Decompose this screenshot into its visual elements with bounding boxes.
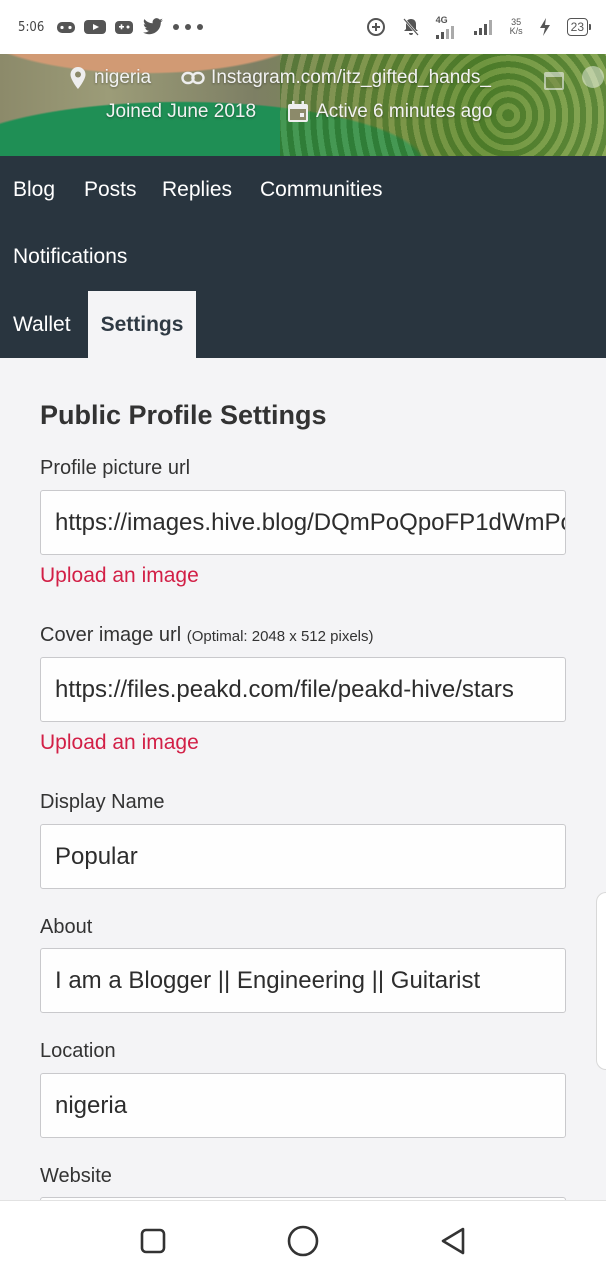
profile-cover: nigeria Instagram.com/itz_gifted_hands_ … <box>0 54 606 156</box>
cover-meta-row-1: nigeria Instagram.com/itz_gifted_hands_ <box>0 66 606 90</box>
youtube-icon <box>84 19 107 35</box>
tab-notifications[interactable]: Notifications <box>0 223 140 290</box>
recent-apps-button[interactable] <box>133 1221 173 1261</box>
circle-icon <box>287 1225 319 1256</box>
cover-active: Active 6 minutes ago <box>286 100 492 124</box>
display-name-input[interactable]: Popular <box>40 824 566 889</box>
gamepad-icon <box>56 19 76 35</box>
page-title: Public Profile Settings <box>40 400 327 430</box>
location-input[interactable]: nigeria <box>40 1073 566 1138</box>
tab-replies[interactable]: Replies <box>149 156 245 223</box>
tab-communities[interactable]: Communities <box>247 156 396 223</box>
side-drawer-handle[interactable] <box>596 892 606 1070</box>
controller-icon <box>114 19 134 35</box>
upload-cover-image-link[interactable]: Upload an image <box>40 731 199 755</box>
twitter-icon <box>142 18 164 36</box>
tab-settings[interactable]: Settings <box>88 291 196 358</box>
back-button[interactable] <box>433 1221 473 1261</box>
tab-wallet[interactable]: Wallet <box>0 291 84 358</box>
link-icon <box>181 70 205 86</box>
charging-icon <box>539 18 551 36</box>
square-icon <box>140 1228 166 1253</box>
tab-posts[interactable]: Posts <box>71 156 150 223</box>
cover-meta-row-2: Joined June 2018 Active 6 minutes ago <box>0 100 606 124</box>
cover-location: nigeria <box>68 66 151 90</box>
cover-joined: Joined June 2018 <box>106 101 257 122</box>
calendar-icon <box>542 68 566 97</box>
upload-profile-image-link[interactable]: Upload an image <box>40 564 199 588</box>
cover-image-label: Cover image url (Optimal: 2048 x 512 pix… <box>40 624 374 646</box>
about-label: About <box>40 916 93 938</box>
location-label: Location <box>40 1040 116 1062</box>
signal-icon <box>473 19 494 35</box>
network-speed: 35 K/s <box>509 17 523 36</box>
status-time: 5:06 <box>18 19 45 35</box>
profile-picture-label: Profile picture url <box>40 457 191 479</box>
avatar <box>582 66 604 88</box>
signal-4g-icon: 4G <box>435 15 458 39</box>
more-icon <box>172 23 204 31</box>
cover-image-input[interactable]: https://files.peakd.com/file/peakd-hive/… <box>40 657 566 722</box>
triangle-back-icon <box>441 1227 465 1254</box>
profile-picture-input[interactable]: https://images.hive.blog/DQmPoQpoFP1dWmP… <box>40 490 566 555</box>
cover-link[interactable]: Instagram.com/itz_gifted_hands_ <box>181 67 491 89</box>
calendar-icon <box>286 100 310 124</box>
battery-indicator: 23 <box>566 18 592 36</box>
system-navigation-bar <box>0 1200 606 1280</box>
about-input[interactable]: I am a Blogger || Engineering || Guitari… <box>40 948 566 1013</box>
status-bar: 5:06 4G 35 K/s 23 <box>0 0 606 54</box>
tab-blog[interactable]: Blog <box>0 156 68 223</box>
display-name-label: Display Name <box>40 791 165 813</box>
location-pin-icon <box>68 66 88 90</box>
website-label: Website <box>40 1165 112 1187</box>
mute-icon <box>402 17 420 37</box>
cover-image-hint: (Optimal: 2048 x 512 pixels) <box>186 628 374 645</box>
add-circle-icon <box>366 17 386 37</box>
home-button[interactable] <box>283 1221 323 1261</box>
profile-nav: Blog Posts Replies Communities Notificat… <box>0 156 606 358</box>
